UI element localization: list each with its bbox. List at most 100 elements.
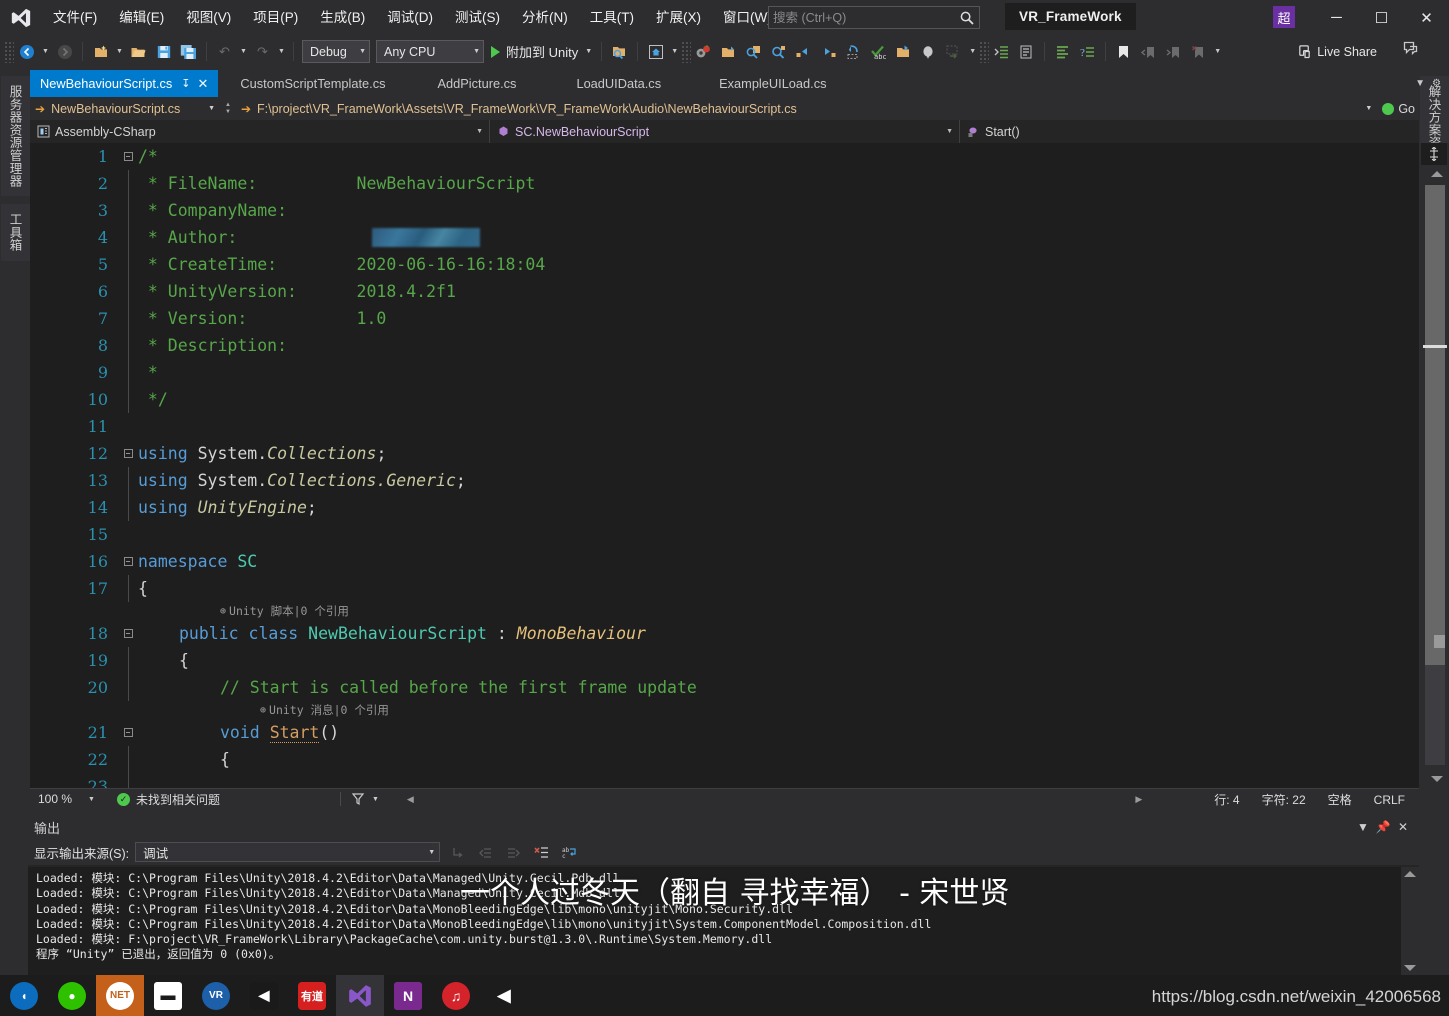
refactor-dropdown-icon[interactable]: ▼	[966, 39, 979, 64]
breadcrumb-member[interactable]: Start()	[960, 120, 1026, 143]
indentation-indicator[interactable]: 空格	[1328, 791, 1352, 808]
minimize-button[interactable]: ─	[1314, 0, 1359, 35]
code-editor[interactable]: 1 − /* 2 * FileName: NewBehaviourScript …	[30, 143, 1419, 788]
home-dropdown-icon[interactable]: ▼	[668, 39, 681, 64]
navigate-next-symbol-icon[interactable]	[816, 39, 841, 64]
chevron-down-icon[interactable]: ▼	[585, 48, 592, 55]
navbar-file-chip[interactable]: ➔ NewBehaviourScript.cs ▼	[30, 97, 220, 120]
close-icon[interactable]: ✕	[198, 76, 209, 92]
navigate-prev-symbol-icon[interactable]	[791, 39, 816, 64]
menu-view[interactable]: 视图(V)	[175, 0, 242, 35]
balloon-hint-icon[interactable]	[916, 39, 941, 64]
tab-newbehaviourscript[interactable]: NewBehaviourScript.cs ↧ ✕	[30, 70, 218, 97]
clear-output-icon[interactable]	[530, 841, 552, 863]
fold-toggle-icon[interactable]: −	[118, 449, 138, 458]
quick-launch-search[interactable]	[768, 6, 980, 29]
menu-extensions[interactable]: 扩展(X)	[645, 0, 712, 35]
taskbar-oculus[interactable]: ▬	[144, 975, 192, 1016]
chevron-down-icon[interactable]: ▼	[1365, 105, 1372, 112]
solution-platform-combo[interactable]: Any CPU ▼	[376, 40, 484, 63]
split-view-icon[interactable]	[1421, 143, 1447, 165]
new-project-icon[interactable]	[88, 39, 113, 64]
menu-debug[interactable]: 调试(D)	[376, 0, 444, 35]
menu-project[interactable]: 项目(P)	[242, 0, 309, 35]
tab-customscripttemplate[interactable]: CustomScriptTemplate.cs	[218, 70, 407, 97]
taskbar-edge[interactable]: ◖	[0, 975, 48, 1016]
attach-to-unity-button[interactable]: 附加到 Unity ▼	[487, 39, 596, 64]
pin-icon[interactable]: ↧	[181, 77, 190, 90]
close-button[interactable]: ✕	[1404, 0, 1449, 35]
go-to-message-icon[interactable]	[446, 841, 468, 863]
taskbar-dotnet[interactable]: NET	[96, 975, 144, 1016]
fold-toggle-icon[interactable]: −	[118, 629, 138, 638]
surround-with-icon[interactable]	[941, 39, 966, 64]
taskbar-netease-music[interactable]: ♫	[432, 975, 480, 1016]
chevron-down-icon[interactable]: ▼	[946, 128, 953, 135]
pin-icon[interactable]: 📌	[1373, 817, 1393, 837]
navigate-back-icon[interactable]	[14, 39, 39, 64]
refactor-icon[interactable]	[891, 39, 916, 64]
new-project-dropdown-icon[interactable]: ▼	[113, 39, 126, 64]
indent-outdent-icon[interactable]	[989, 39, 1014, 64]
redo-icon[interactable]: ↷	[250, 39, 275, 64]
bookmark-dropdown-icon[interactable]: ▼	[1211, 39, 1224, 64]
panel-dropdown-icon[interactable]: ▼	[1353, 817, 1373, 837]
menu-tools[interactable]: 工具(T)	[579, 0, 645, 35]
breadcrumb-project[interactable]: Assembly-CSharp ▼	[30, 120, 490, 143]
navigate-forward-icon[interactable]	[52, 39, 77, 64]
navbar-spinner[interactable]: ▲▼	[225, 102, 231, 116]
navbar-path-chip[interactable]: ➔ F:\project\VR_FrameWork\Assets\VR_Fram…	[236, 97, 802, 120]
previous-message-icon[interactable]	[474, 841, 496, 863]
bookmark-icon[interactable]	[1111, 39, 1136, 64]
scroll-down-icon[interactable]	[1404, 965, 1416, 971]
codelens-class[interactable]: ⊕Unity 脚本|0 个引用	[30, 602, 1395, 620]
fold-toggle-icon[interactable]: −	[118, 152, 138, 161]
tab-loaduidata[interactable]: LoadUIData.cs	[546, 70, 691, 97]
comment-selection-icon[interactable]	[1014, 39, 1039, 64]
tab-settings-icon[interactable]: ⚙	[1432, 78, 1441, 89]
codelens-method[interactable]: ⊕Unity 消息|0 个引用	[30, 701, 1395, 719]
taskbar-wechat[interactable]: ●	[48, 975, 96, 1016]
maximize-button[interactable]: ☐	[1359, 0, 1404, 35]
issue-filter[interactable]: ▼	[351, 792, 379, 806]
account-badge[interactable]: 超	[1273, 6, 1295, 28]
send-feedback-icon[interactable]	[1402, 40, 1419, 62]
open-file-icon[interactable]	[126, 39, 151, 64]
menu-edit[interactable]: 编辑(E)	[108, 0, 175, 35]
output-source-combo[interactable]: 调试 ▼	[135, 842, 440, 862]
dock-toolbox[interactable]: 工具箱	[1, 204, 30, 260]
toolbar-grip-2[interactable]	[681, 41, 691, 63]
navigate-back-dropdown-icon[interactable]: ▼	[39, 39, 52, 64]
tab-overflow-icon[interactable]: ▼	[1415, 78, 1425, 89]
goto-definition-icon[interactable]	[841, 39, 866, 64]
menu-file[interactable]: 文件(F)	[42, 0, 108, 35]
breadcrumb-type[interactable]: SC.NewBehaviourScript ▼	[490, 120, 960, 143]
toggle-word-wrap-icon[interactable]: ab c	[558, 841, 580, 863]
taskbar-unity[interactable]: ◀	[480, 975, 528, 1016]
close-icon[interactable]: ✕	[1393, 817, 1413, 837]
menu-build[interactable]: 生成(B)	[309, 0, 376, 35]
scroll-down-icon[interactable]	[1431, 776, 1443, 782]
fold-toggle-icon[interactable]: −	[118, 728, 138, 737]
taskbar-vr[interactable]: VR	[192, 975, 240, 1016]
find-symbol-icon[interactable]	[741, 39, 766, 64]
scroll-right-icon[interactable]: ▶	[1135, 794, 1142, 805]
undo-icon[interactable]: ↶	[212, 39, 237, 64]
solution-configuration-combo[interactable]: Debug ▼	[302, 40, 370, 63]
taskbar-unity-dark[interactable]: ◀	[240, 975, 288, 1016]
scroll-up-icon[interactable]	[1404, 871, 1416, 877]
chevron-down-icon[interactable]: ▼	[372, 796, 379, 803]
save-all-icon[interactable]	[176, 39, 201, 64]
taskbar-visual-studio[interactable]	[336, 975, 384, 1016]
find-in-files-icon[interactable]	[607, 39, 632, 64]
chevron-down-icon[interactable]: ▼	[208, 105, 215, 112]
navbar-go-control[interactable]: ▼ Go	[1365, 97, 1415, 120]
output-scrollbar[interactable]	[1401, 867, 1419, 975]
live-share-button[interactable]: Live Share	[1291, 40, 1383, 63]
scroll-left-icon[interactable]: ◀	[407, 794, 414, 805]
redo-dropdown-icon[interactable]: ▼	[275, 39, 288, 64]
next-message-icon[interactable]	[502, 841, 524, 863]
scroll-up-icon[interactable]	[1431, 171, 1443, 177]
fold-toggle-icon[interactable]: −	[118, 557, 138, 566]
taskbar-onenote[interactable]: N	[384, 975, 432, 1016]
